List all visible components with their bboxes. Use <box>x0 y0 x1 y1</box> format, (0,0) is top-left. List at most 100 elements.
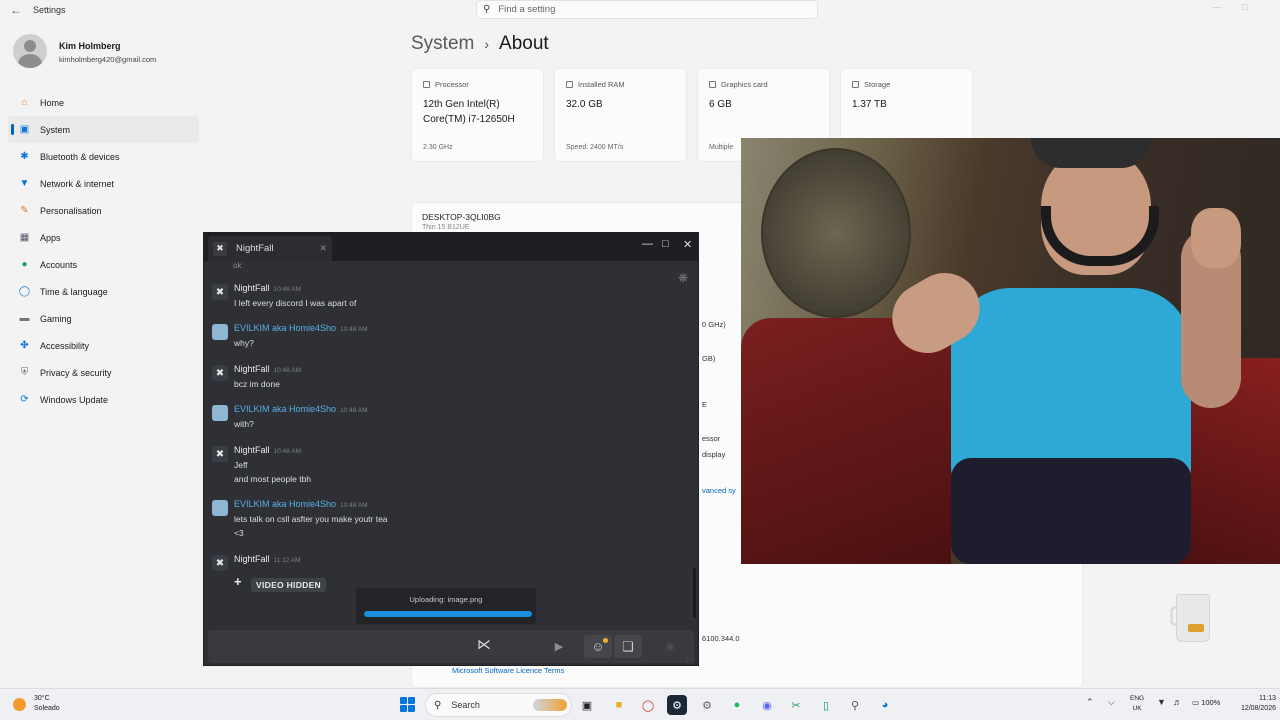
tab-nightfall[interactable]: ✖ NightFall ✕ <box>208 236 332 261</box>
settings-icon[interactable]: ⚙ <box>697 695 717 715</box>
minimize-icon[interactable]: — <box>1212 2 1221 12</box>
avatar[interactable]: ✖ <box>212 446 228 462</box>
nav-system[interactable]: ▣ System <box>8 116 199 143</box>
spec-card-sub: 2.30 GHz <box>423 144 453 151</box>
advanced-system-settings-link[interactable]: vanced sy <box>702 486 736 495</box>
attach-button[interactable]: ❏ <box>614 635 642 658</box>
phone-link-icon[interactable]: ▯ <box>816 695 836 715</box>
nav-apps[interactable]: ▦ Apps <box>8 224 199 251</box>
message-author[interactable]: NightFall <box>234 445 270 455</box>
resize-grip-icon[interactable]: ⋮⋮ <box>684 658 696 664</box>
message-author[interactable]: EVILKIM aka Homie4Sho <box>234 499 336 509</box>
nav-network[interactable]: ▼ Network & internet <box>8 170 199 197</box>
message-time: 10:48 AM <box>273 286 301 293</box>
nav-personalisation[interactable]: ✎ Personalisation <box>8 197 199 224</box>
nav-home[interactable]: ⌂ Home <box>8 89 199 116</box>
monitor-icon: ▣ <box>19 124 30 135</box>
threads-icon[interactable]: ❋ <box>678 271 688 285</box>
weather-widget[interactable]: 30°C Soleado <box>13 694 60 714</box>
message-text: <3 <box>234 528 244 538</box>
message-author[interactable]: EVILKIM aka Homie4Sho <box>234 404 336 414</box>
scrollbar[interactable] <box>693 568 696 618</box>
avatar[interactable] <box>212 500 228 516</box>
nav-time-language[interactable]: ◯ Time & language <box>8 278 199 305</box>
discord-titlebar: ✖ NightFall ✕ — □ ✕ <box>204 233 698 261</box>
emoji-button[interactable]: ☺ <box>584 635 612 658</box>
minimize-icon[interactable]: — <box>642 238 653 250</box>
storage-icon <box>852 81 859 88</box>
avatar[interactable]: ✖ <box>212 555 228 571</box>
send-button[interactable]: ▶ <box>548 635 570 658</box>
nav-windows-update[interactable]: ⟳ Windows Update <box>8 386 199 413</box>
close-tab-icon[interactable]: ✕ <box>319 243 327 254</box>
avatar[interactable] <box>212 405 228 421</box>
spec-card-label: Installed RAM <box>566 80 625 89</box>
nav-accessibility[interactable]: ✤ Accessibility <box>8 332 199 359</box>
steam-icon[interactable]: ⚙ <box>667 695 687 715</box>
discord-popout-window: ✖ NightFall ✕ — □ ✕ ok ❋ ✖ NightFall 10:4… <box>203 232 699 666</box>
back-arrow-icon[interactable]: ← <box>10 3 22 17</box>
opera-icon[interactable]: ◯ <box>638 695 658 715</box>
message-text: I left every discord I was apart of <box>234 298 357 308</box>
search-placeholder: Find a setting <box>498 4 556 15</box>
discord-icon[interactable]: ◉ <box>757 695 777 715</box>
message-list[interactable]: ok ❋ ✖ NightFall 10:48 AM I left every di… <box>204 261 698 611</box>
maximize-icon[interactable]: □ <box>1242 2 1247 12</box>
close-icon[interactable]: ✕ <box>683 238 692 251</box>
avatar[interactable]: ✖ <box>212 284 228 300</box>
message-author[interactable]: EVILKIM aka Homie4Sho <box>234 323 336 333</box>
edge-icon[interactable]: ◕ <box>875 695 895 715</box>
plus-icon[interactable]: + <box>234 574 242 589</box>
search-icon: ⚲ <box>483 4 491 15</box>
folder-icon[interactable]: ■ <box>609 695 629 715</box>
input-language[interactable]: ENG UK <box>1130 694 1144 714</box>
message-input[interactable]: ⋉ ▶ ☺ ❏ ◉ <box>208 630 694 663</box>
maximize-icon[interactable]: □ <box>662 238 669 250</box>
profile-name: Kim Holmberg <box>59 41 121 51</box>
settings-search-input[interactable]: ⚲ Find a setting <box>476 0 818 19</box>
nav-gaming[interactable]: ▬ Gaming <box>8 305 199 332</box>
nav-label: Accessibility <box>40 340 90 351</box>
message-time: 10:48 AM <box>340 326 368 333</box>
text-cursor-icon: ⋉ <box>477 636 491 652</box>
licence-terms-link[interactable]: Microsoft Software Licence Terms <box>452 666 564 675</box>
spotify-icon[interactable]: ● <box>727 695 747 715</box>
clock-date: 12/08/2026 <box>1240 705 1276 712</box>
nav-label: System <box>40 124 71 135</box>
breadcrumb-parent[interactable]: System <box>411 33 474 55</box>
avatar[interactable] <box>212 324 228 340</box>
task-view-icon[interactable]: ▣ <box>577 695 597 715</box>
user-profile[interactable]: Kim Holmberg kimholmberg420@gmail.com <box>13 34 156 68</box>
message-author[interactable]: NightFall <box>234 364 270 374</box>
snipping-tool-icon[interactable]: ✂ <box>786 695 806 715</box>
gift-icon[interactable]: ◉ <box>660 635 680 658</box>
bluetooth-icon: ✱ <box>20 151 29 162</box>
message-author[interactable]: NightFall <box>234 554 270 564</box>
taskbar-search[interactable]: ⚲ Search <box>425 693 572 717</box>
nav-accounts[interactable]: ● Accounts <box>8 251 199 278</box>
clock[interactable]: 11:13 12/08/2026 <box>1236 694 1276 714</box>
drone-icon[interactable]: ⚲ <box>845 695 865 715</box>
card-label-text: Graphics card <box>721 80 768 89</box>
microphone-icon[interactable]: ⌵ <box>1108 697 1115 708</box>
nav-bluetooth[interactable]: ✱ Bluetooth & devices <box>8 143 199 170</box>
spec-card-value: 32.0 GB <box>566 99 603 110</box>
avatar[interactable]: ✖ <box>212 365 228 381</box>
video-hidden-badge[interactable]: VIDEO HIDDEN <box>251 578 326 592</box>
accessibility-icon: ✤ <box>20 340 29 351</box>
nav-privacy[interactable]: ⛨ Privacy & security <box>8 359 199 386</box>
spec-fragment: essor <box>702 434 721 443</box>
weather-desc: Soleado <box>34 705 60 712</box>
spec-card-sub: Speed: 2400 MT/s <box>566 144 624 151</box>
message-author[interactable]: NightFall <box>234 283 270 293</box>
spec-card-sub: Multiple <box>709 144 734 151</box>
battery-indicator[interactable]: ▭ 100% <box>1192 698 1220 707</box>
message-time: 10:48 AM <box>273 367 301 374</box>
chevron-up-icon[interactable]: ⌃ <box>1086 697 1094 708</box>
message-text: lets talk on csll asfter you make youtr … <box>234 514 388 524</box>
taskbar: 30°C Soleado ⚲ Search ▣ ■ ◯ ⚙ ⚙ ● ◉ ✂ ▯ ⚲… <box>0 688 1280 720</box>
volume-icon[interactable]: ♬ <box>1173 697 1182 707</box>
device-model: Thin 15 B12UE <box>422 224 470 231</box>
wifi-icon[interactable]: ▼ <box>1157 697 1166 707</box>
start-button[interactable] <box>400 697 415 712</box>
